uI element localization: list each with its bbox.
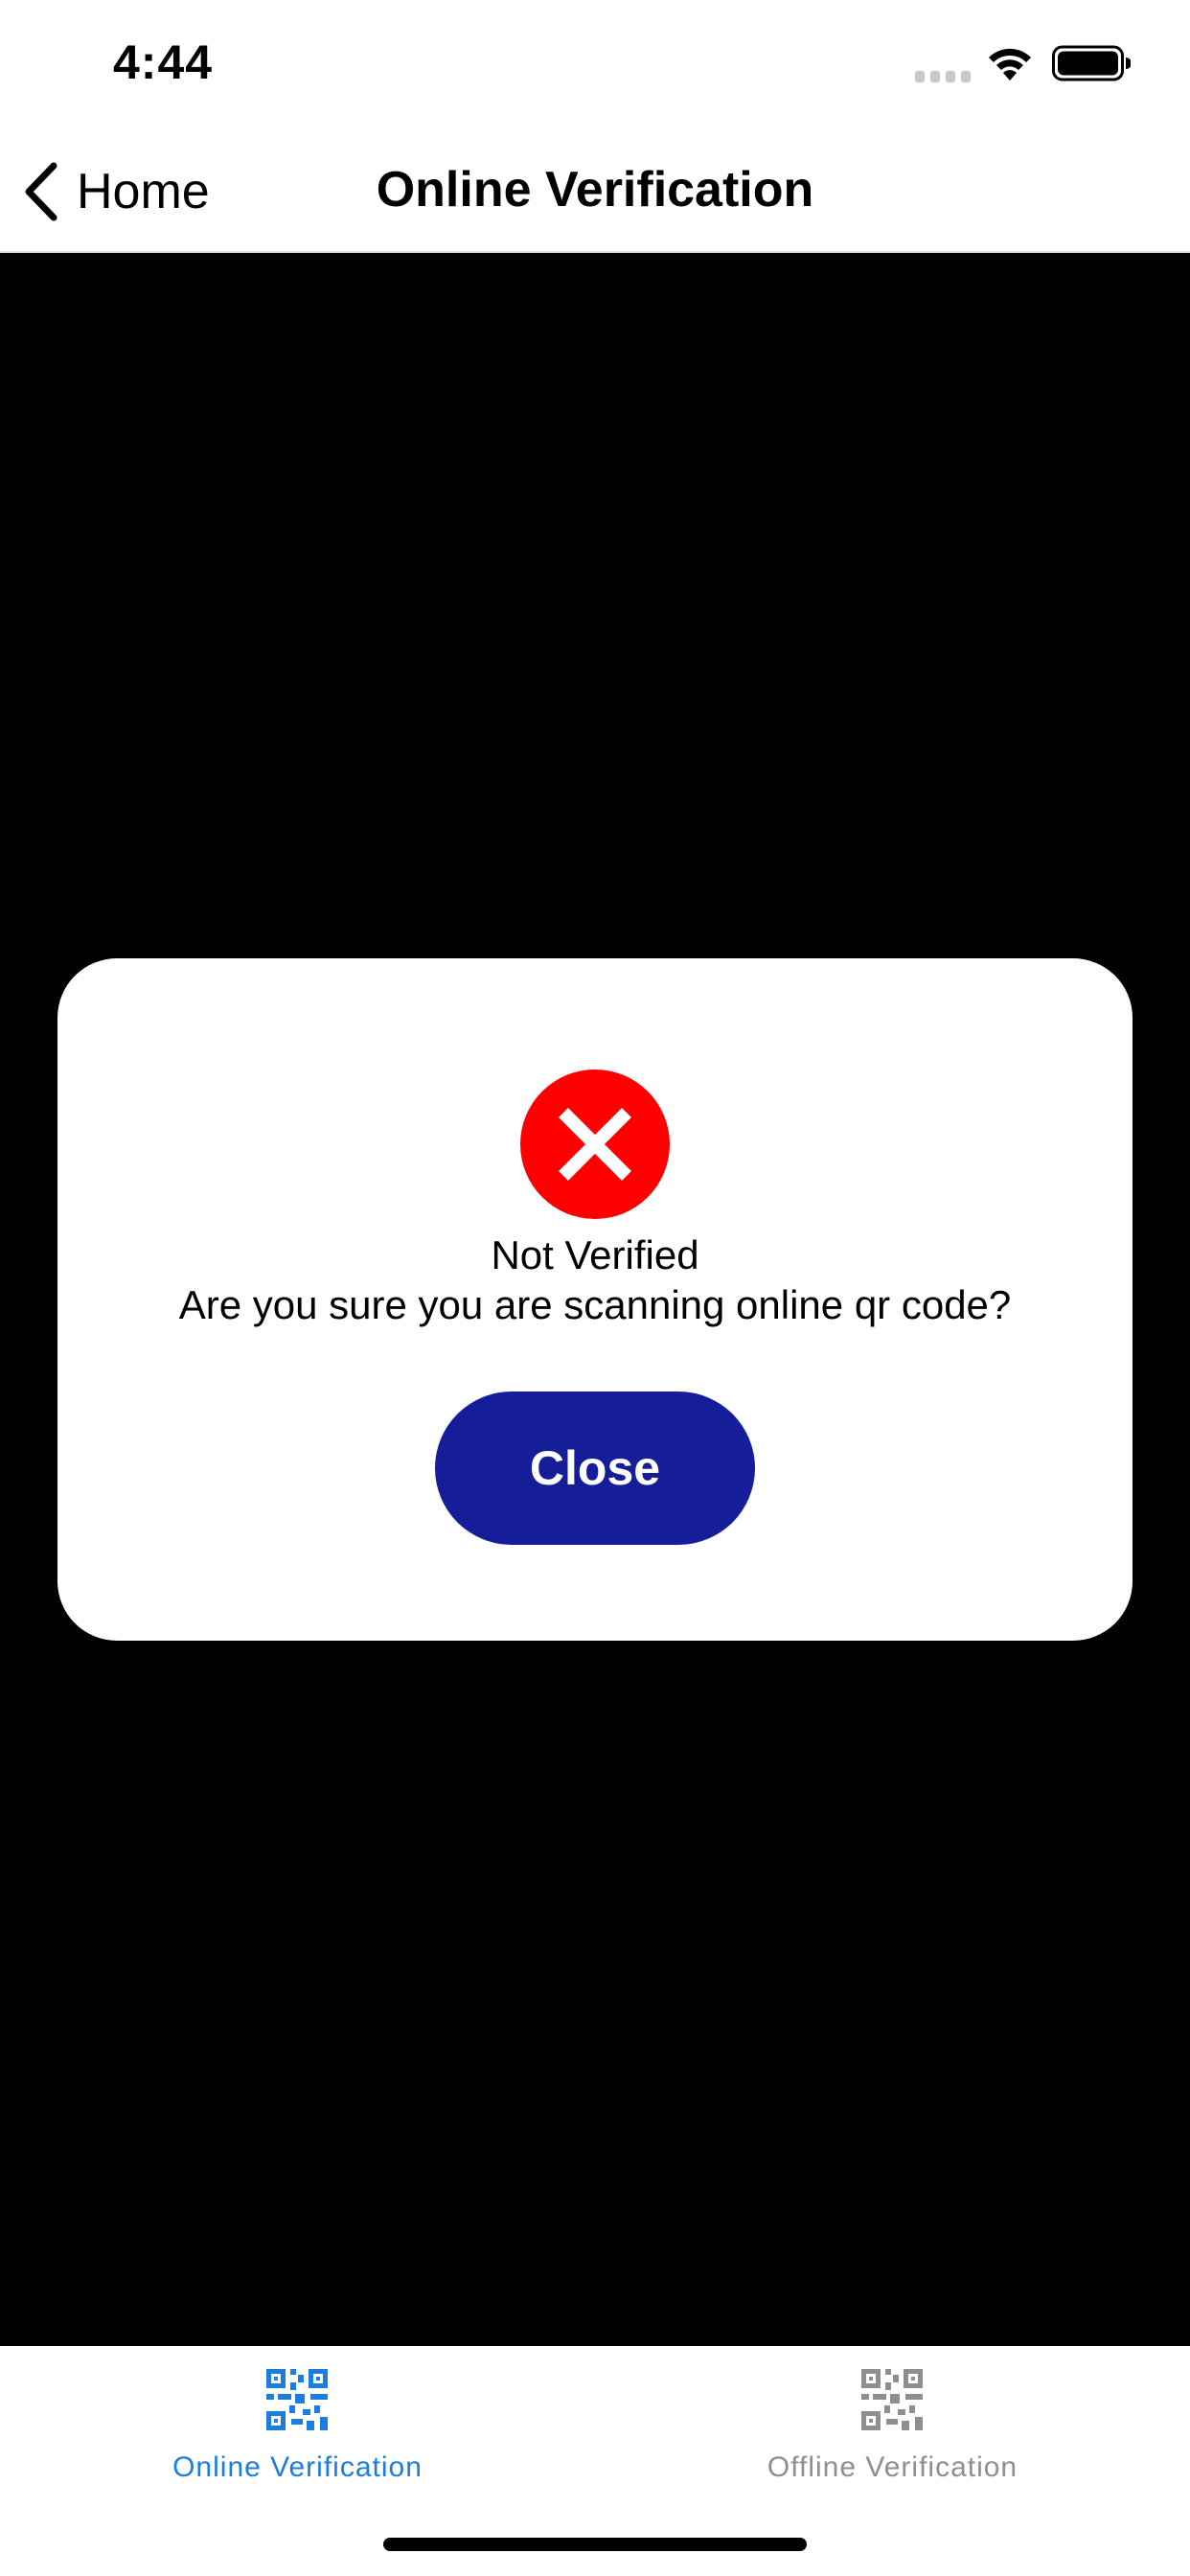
qr-code-icon bbox=[861, 2369, 923, 2430]
cellular-signal-icon bbox=[915, 71, 971, 82]
verification-result-dialog: Not Verified Are you sure you are scanni… bbox=[57, 958, 1133, 1641]
battery-icon bbox=[1052, 45, 1131, 81]
status-time: 4:44 bbox=[113, 35, 214, 89]
navigation-bar: Home Online Verification bbox=[0, 126, 1190, 253]
home-indicator[interactable] bbox=[383, 2538, 807, 2551]
tab-label: Offline Verification bbox=[767, 2451, 1018, 2483]
tab-offline-verification[interactable]: Offline Verification bbox=[595, 2346, 1190, 2509]
tab-online-verification[interactable]: Online Verification bbox=[0, 2346, 595, 2509]
x-circle-icon bbox=[520, 1070, 670, 1219]
wifi-icon bbox=[989, 48, 1031, 80]
verification-status-message: Are you sure you are scanning online qr … bbox=[178, 1282, 1012, 1327]
close-button[interactable]: Close bbox=[435, 1392, 755, 1545]
screen: 4:44 Home Online Verification Not Verifi… bbox=[0, 0, 1190, 2576]
page-title: Online Verification bbox=[376, 162, 814, 218]
verification-status-title: Not Verified bbox=[491, 1232, 699, 1277]
tab-bar: Online Verification Offline Verification bbox=[0, 2346, 1190, 2576]
qr-code-icon bbox=[266, 2369, 328, 2430]
status-bar: 4:44 bbox=[0, 0, 1190, 126]
tab-label: Online Verification bbox=[172, 2451, 423, 2483]
